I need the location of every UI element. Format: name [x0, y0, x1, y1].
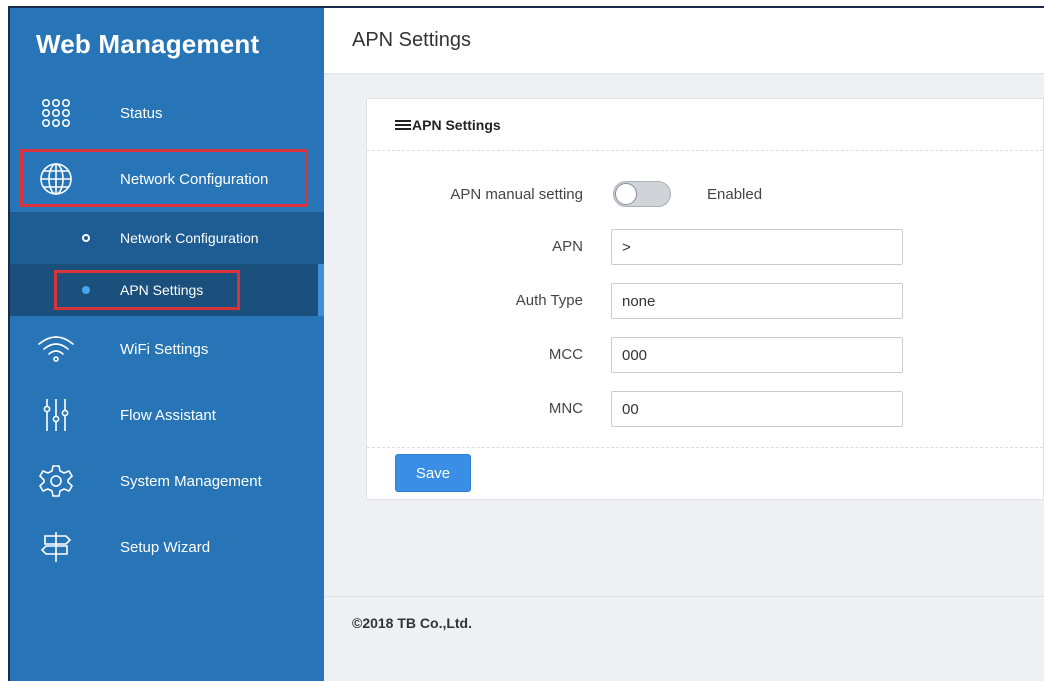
sidebar-item-wifi-settings[interactable]: WiFi Settings [10, 316, 324, 382]
app-title: Web Management [36, 28, 260, 59]
apn-manual-state: Enabled [707, 186, 763, 203]
bullet-icon [82, 286, 90, 294]
sidebar-item-label: WiFi Settings [120, 340, 209, 358]
apn-label: APN [552, 238, 583, 255]
sidebar: Web Management Status Network Configurat… [10, 8, 324, 681]
signpost-icon [36, 527, 76, 567]
page-title: APN Settings [324, 8, 1044, 74]
panel-title: APN Settings [412, 116, 501, 133]
panel-footer: Save [367, 447, 1043, 499]
sidebar-subitem-label: APN Settings [120, 282, 204, 298]
sidebar-item-setup-wizard[interactable]: Setup Wizard [10, 514, 324, 580]
mcc-input[interactable] [611, 337, 903, 373]
auth-type-input[interactable] [611, 283, 903, 319]
sidebar-item-label: Network Configuration [120, 170, 269, 188]
mcc-row: MCC [367, 337, 1043, 373]
apn-input[interactable] [611, 229, 903, 265]
mnc-input[interactable] [611, 391, 903, 427]
apn-settings-panel: APN Settings APN manual setting Enabled … [366, 98, 1044, 500]
sidebar-item-label: Flow Assistant [120, 406, 216, 424]
toggle-knob [615, 183, 637, 205]
sliders-icon [36, 395, 76, 435]
sidebar-item-label: Setup Wizard [120, 538, 211, 556]
apn-manual-toggle[interactable] [613, 181, 671, 207]
save-button[interactable]: Save [395, 454, 471, 492]
mnc-row: MNC [367, 391, 1043, 427]
panel-header: APN Settings [367, 99, 1043, 151]
sidebar-subitem-network-configuration[interactable]: Network Configuration [10, 212, 324, 264]
sidebar-item-status[interactable]: Status [10, 80, 324, 146]
apn-manual-label: APN manual setting [450, 186, 583, 203]
sidebar-subitem-apn-settings[interactable]: APN Settings [10, 264, 324, 316]
sidebar-item-network-configuration[interactable]: Network Configuration [10, 146, 324, 212]
sidebar-item-system-management[interactable]: System Management [10, 448, 324, 514]
gear-icon [36, 461, 76, 501]
sidebar-subitem-label: Network Configuration [120, 230, 259, 246]
grid-dots-icon [36, 93, 76, 133]
mcc-label: MCC [548, 346, 583, 363]
auth-type-label: Auth Type [515, 292, 583, 309]
auth-type-row: Auth Type [367, 283, 1043, 319]
sidebar-item-label: System Management [120, 472, 262, 490]
apn-manual-row: APN manual setting Enabled [367, 177, 1043, 213]
globe-icon [36, 159, 76, 199]
sidebar-item-flow-assistant[interactable]: Flow Assistant [10, 382, 324, 448]
app-window: Web Management Status Network Configurat… [8, 6, 1044, 681]
copyright-footer: ©2018 TB Co.,Ltd. [324, 596, 1044, 681]
apn-row: APN [367, 229, 1043, 265]
wifi-icon [36, 329, 76, 369]
bullet-icon [82, 234, 90, 242]
mnc-label: MNC [548, 400, 583, 417]
menu-lines-icon [395, 119, 411, 130]
sidebar-item-label: Status [120, 104, 163, 122]
